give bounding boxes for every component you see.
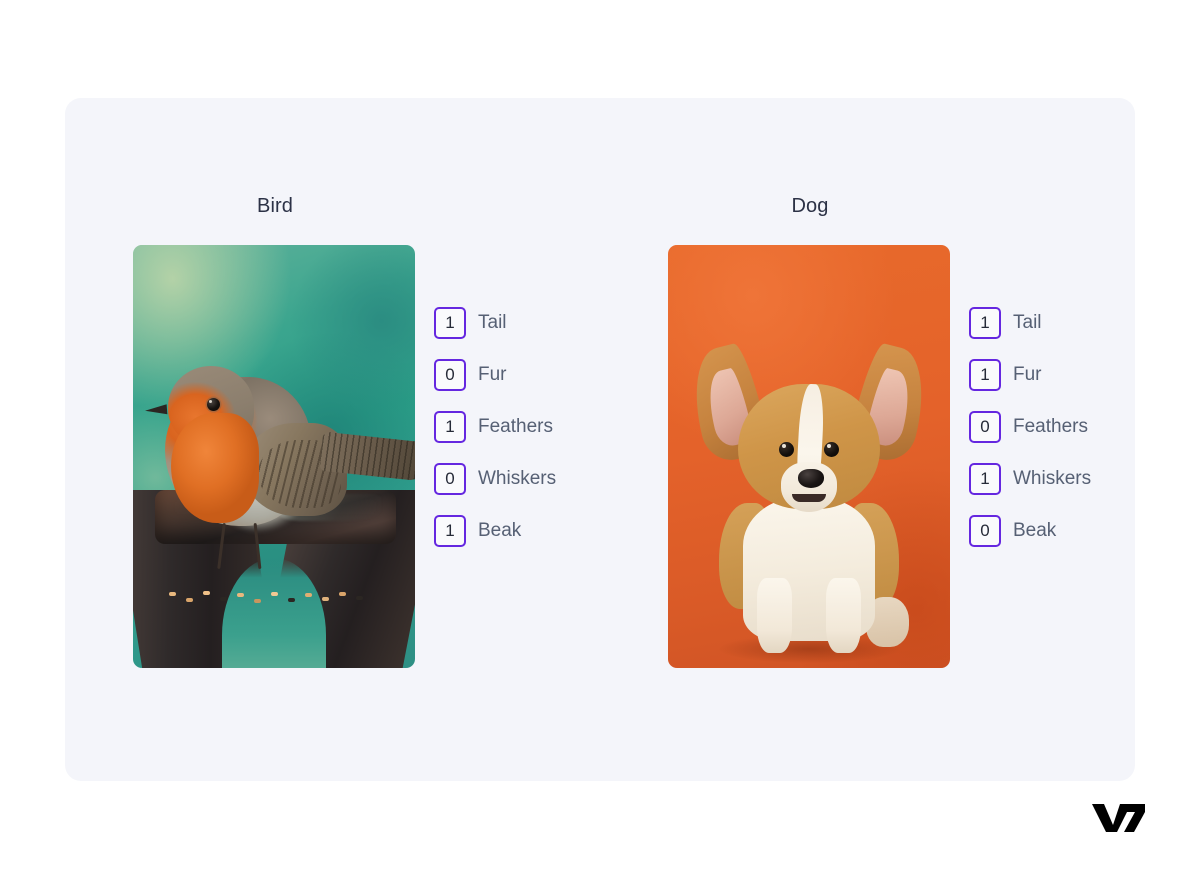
dog-head [737,383,881,512]
attribute-row: 0 Fur [434,359,556,391]
attribute-list-dog: 1 Tail 1 Fur 0 Feathers 1 Whiskers 0 Bea… [969,307,1091,547]
attribute-row: 0 Whiskers [434,463,556,495]
dog-nose [797,469,824,489]
dog-mouth [791,494,827,503]
bird-seeds [164,590,377,610]
attribute-label: Fur [478,364,507,385]
column-title-dog: Dog [791,195,829,217]
attribute-row: 1 Tail [969,307,1091,339]
attribute-row: 1 Fur [969,359,1091,391]
bird-breast [170,412,259,523]
dog-eye-left [779,441,795,457]
bird-photo [133,245,415,668]
attribute-row: 1 Feathers [434,411,556,443]
attribute-value-box[interactable]: 0 [969,411,1001,443]
attribute-value-box[interactable]: 1 [434,515,466,547]
attribute-value-box[interactable]: 0 [969,515,1001,547]
bird-legs [202,522,306,569]
attribute-value-box[interactable]: 1 [969,359,1001,391]
column-dog: Dog 1 Tail 1 Fur 0 Feathers 1 Whiskers 0… [600,98,1135,781]
dog-photo [668,245,950,668]
attribute-value-box[interactable]: 0 [434,359,466,391]
attribute-value-box[interactable]: 1 [969,463,1001,495]
attribute-label: Tail [1013,312,1042,333]
attribute-value-box[interactable]: 1 [969,307,1001,339]
attribute-value-box[interactable]: 0 [434,463,466,495]
v7-logo [1091,802,1147,834]
attribute-list-bird: 1 Tail 0 Fur 1 Feathers 0 Whiskers 1 Bea… [434,307,556,547]
attribute-row: 1 Whiskers [969,463,1091,495]
attribute-row: 1 Tail [434,307,556,339]
attribute-value-box[interactable]: 1 [434,307,466,339]
corgi-puppy [682,340,936,663]
dog-paw-right [825,578,862,654]
attribute-row: 0 Beak [969,515,1091,547]
attribute-label: Whiskers [1013,468,1092,489]
attribute-row: 0 Feathers [969,411,1091,443]
comparison-panel: Bird 1 Tail 0 Fur 1 Feathers 0 Whiskers … [65,98,1135,781]
attribute-row: 1 Beak [434,515,556,547]
attribute-label: Beak [478,520,522,541]
attribute-label: Feathers [1013,416,1088,437]
attribute-label: Feathers [478,416,553,437]
column-title-bird: Bird [257,195,293,217]
bird-beak [144,404,168,417]
attribute-label: Whiskers [478,468,557,489]
dog-eye-right [823,441,839,457]
attribute-label: Fur [1013,364,1042,385]
dog-paw-left [756,578,793,654]
robin-bird [144,359,415,569]
attribute-label: Tail [478,312,507,333]
column-bird: Bird 1 Tail 0 Fur 1 Feathers 0 Whiskers … [65,98,600,781]
attribute-value-box[interactable]: 1 [434,411,466,443]
attribute-label: Beak [1013,520,1057,541]
